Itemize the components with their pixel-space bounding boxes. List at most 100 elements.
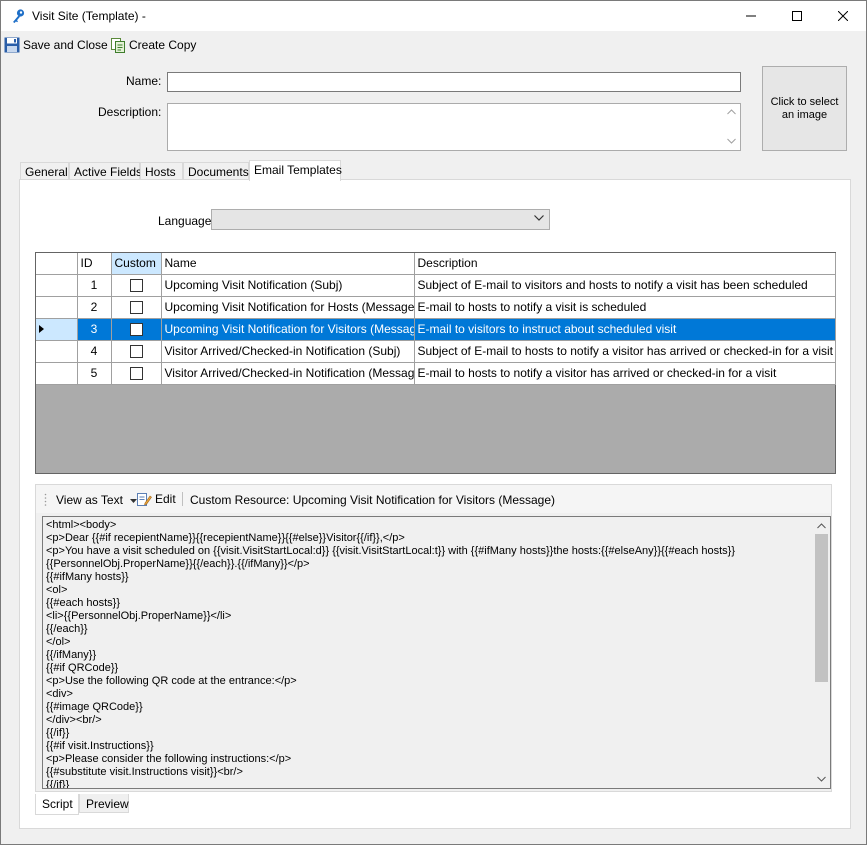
code-line: <li>{{PersonnelObj.ProperName}}</li>	[46, 610, 232, 622]
cell-custom	[111, 362, 162, 385]
close-button[interactable]	[820, 1, 866, 31]
row-header-corner	[36, 253, 78, 275]
save-and-close-button[interactable]: Save and Close	[4, 35, 108, 55]
cell-id: 2	[77, 296, 112, 319]
language-select[interactable]	[211, 209, 550, 230]
cell-name: Upcoming Visit Notification (Subj)	[161, 274, 415, 297]
template-editor: View as Text Edit Custom Resource: Upcom…	[35, 484, 832, 792]
cell-description: E-mail to hosts to notify a visitor has …	[414, 362, 836, 385]
cell-custom	[111, 296, 162, 319]
language-label: Language:	[158, 214, 215, 228]
custom-checkbox[interactable]	[129, 301, 143, 315]
select-image-label: Click to select an image	[770, 95, 839, 121]
code-scrollbar[interactable]	[813, 517, 830, 788]
row-header[interactable]	[36, 274, 78, 297]
cell-custom	[111, 340, 162, 363]
row-header[interactable]	[36, 340, 78, 363]
edit-label: Edit	[155, 492, 176, 506]
table-row[interactable]: 2 Upcoming Visit Notification for Hosts …	[36, 296, 836, 319]
editor-toolbar: View as Text Edit Custom Resource: Upcom…	[36, 485, 831, 513]
tab-email-templates-label: Email Templates	[254, 163, 342, 177]
table-row[interactable]: 4 Visitor Arrived/Checked-in Notificatio…	[36, 340, 836, 363]
tab-documents[interactable]: Documents	[183, 162, 249, 180]
name-label: Name:	[126, 74, 162, 88]
row-header[interactable]	[36, 296, 78, 319]
cell-name: Upcoming Visit Notification for Hosts (M…	[161, 296, 415, 319]
scroll-up-icon	[727, 109, 736, 115]
table-row[interactable]: 5 Visitor Arrived/Checked-in Notificatio…	[36, 362, 836, 385]
column-header-custom[interactable]: Custom	[111, 253, 162, 275]
scroll-down-icon[interactable]	[817, 776, 826, 782]
main-toolbar: Save and Close Create Copy	[1, 33, 866, 55]
code-line: {{/ifMany}}	[46, 649, 97, 661]
grid-header-row: ID Custom Name Description	[36, 253, 836, 275]
floppy-disk-icon	[4, 37, 20, 53]
code-line: {{#if visit.Instructions}}	[46, 740, 154, 752]
app-key-icon	[10, 8, 26, 24]
edit-button[interactable]: Edit	[136, 491, 176, 507]
cell-custom	[111, 274, 162, 297]
code-line: </div><br/>	[46, 714, 102, 726]
code-line: {{/each}}	[46, 623, 88, 635]
script-code-area[interactable]: <html><body> <p>Dear {{#if recepientName}…	[42, 516, 831, 789]
tab-documents-label: Documents	[188, 165, 249, 179]
code-line: <ol>	[46, 584, 68, 596]
view-as-text-dropdown[interactable]: View as Text	[56, 493, 138, 507]
column-header-id[interactable]: ID	[77, 253, 112, 275]
code-line: {{PersonnelObj.ProperName}}{{/each}}.{{/…	[46, 558, 310, 570]
code-line: <p>Use the following QR code at the entr…	[46, 675, 297, 687]
code-line: <div>	[46, 688, 73, 700]
cell-id: 3	[77, 318, 112, 341]
minimize-button[interactable]	[728, 1, 774, 31]
title-bar[interactable]: Visit Site (Template) -	[1, 1, 866, 31]
cell-name: Visitor Arrived/Checked-in Notification …	[161, 340, 415, 363]
row-header[interactable]	[36, 318, 78, 341]
create-copy-button[interactable]: Create Copy	[110, 35, 196, 55]
window-title: Visit Site (Template) -	[32, 9, 146, 23]
column-header-name[interactable]: Name	[161, 253, 415, 275]
cell-id: 5	[77, 362, 112, 385]
dialog-window: Visit Site (Template) - Save and Close C…	[0, 0, 867, 845]
tab-preview[interactable]: Preview	[79, 794, 129, 813]
code-line: {{#substitute visit.Instructions visit}}…	[46, 766, 243, 778]
name-input[interactable]	[167, 72, 741, 92]
code-line: {{#if QRCode}}	[46, 662, 119, 674]
custom-resource-label: Custom Resource: Upcoming Visit Notifica…	[190, 493, 556, 507]
column-header-description[interactable]: Description	[414, 253, 836, 275]
cell-id: 1	[77, 274, 112, 297]
tab-hosts[interactable]: Hosts	[140, 162, 183, 180]
cell-description: E-mail to hosts to notify a visit is sch…	[414, 296, 836, 319]
custom-checkbox[interactable]	[129, 367, 143, 381]
tab-preview-label: Preview	[86, 797, 129, 811]
create-copy-label: Create Copy	[129, 38, 197, 52]
scroll-up-icon[interactable]	[817, 523, 826, 529]
maximize-button[interactable]	[774, 1, 820, 31]
tab-active-fields[interactable]: Active Fields	[69, 162, 142, 180]
tab-email-templates[interactable]: Email Templates	[249, 160, 342, 181]
cell-name: Upcoming Visit Notification for Visitors…	[161, 318, 415, 341]
tab-script[interactable]: Script	[35, 794, 79, 815]
templates-grid[interactable]: ID Custom Name Description 1 Upcoming Vi…	[35, 252, 836, 474]
tab-general[interactable]: General	[20, 162, 69, 180]
custom-checkbox[interactable]	[129, 279, 143, 293]
code-line: {{#ifMany hosts}}	[46, 571, 129, 583]
description-textarea[interactable]	[167, 103, 741, 151]
current-row-arrow-icon	[39, 325, 44, 333]
row-header[interactable]	[36, 362, 78, 385]
toolbar-grip-icon	[44, 493, 47, 506]
code-line: </ol>	[46, 636, 71, 648]
code-line: {{#each hosts}}	[46, 597, 121, 609]
toolbar-separator	[182, 492, 183, 506]
code-line: {{/if}}	[46, 727, 70, 739]
maximize-icon	[792, 11, 802, 21]
description-scrollbar[interactable]	[723, 104, 740, 150]
table-row[interactable]: 1 Upcoming Visit Notification (Subj) Sub…	[36, 274, 836, 297]
custom-checkbox[interactable]	[129, 345, 143, 359]
custom-checkbox[interactable]	[129, 323, 143, 337]
view-as-text-label: View as Text	[56, 493, 123, 507]
scroll-thumb[interactable]	[815, 534, 828, 682]
select-image-button[interactable]: Click to select an image	[762, 66, 847, 151]
table-row-selected[interactable]: 3 Upcoming Visit Notification for Visito…	[36, 318, 836, 341]
code-line: <p>Please consider the following instruc…	[46, 753, 292, 765]
chevron-down-icon	[534, 215, 544, 221]
